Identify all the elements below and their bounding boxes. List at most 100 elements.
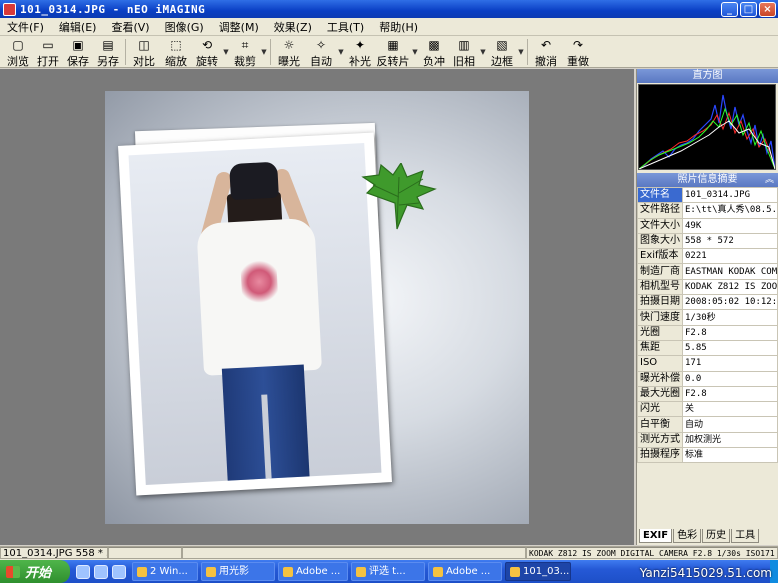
info-key: ISO xyxy=(637,355,683,372)
info-key: 白平衡 xyxy=(637,416,683,433)
menu-adjust[interactable]: 调整(M) xyxy=(212,19,267,35)
old-photo-dropdown-arrow[interactable]: ▼ xyxy=(479,36,487,56)
quick-launch-icon[interactable] xyxy=(94,564,108,579)
quick-launch-icon[interactable] xyxy=(112,564,126,579)
info-row[interactable]: 文件路径E:\tt\真人秀\08.5.1\ xyxy=(637,202,778,219)
minimize-button[interactable]: _ xyxy=(721,1,738,17)
info-row[interactable]: 最大光圈 F2.8 xyxy=(637,385,778,403)
taskbar-item[interactable]: 评选 t... xyxy=(351,562,425,581)
tool-save-button[interactable]: ▣ 保存 xyxy=(63,36,93,68)
tool-redo-button[interactable]: ↷ 重做 xyxy=(562,36,594,68)
tool-browse-button[interactable]: ▢ 浏览 xyxy=(3,36,33,68)
taskbar-item[interactable]: Adobe ... xyxy=(278,562,348,581)
shirt-print xyxy=(240,257,279,306)
photo-content xyxy=(128,143,382,485)
info-row[interactable]: 光圈 F2.8 xyxy=(637,324,778,341)
tool-open-button[interactable]: ▭ 打开 xyxy=(33,36,63,68)
menu-view[interactable]: 查看(V) xyxy=(104,19,157,35)
tool-label: 曝光 xyxy=(278,55,300,68)
info-row[interactable]: 拍摄程序 标准 xyxy=(637,447,778,464)
menu-image[interactable]: 图像(G) xyxy=(158,19,212,35)
leaf-decoration xyxy=(361,163,437,230)
tool-old-photo-button[interactable]: ▥ 旧相 xyxy=(449,36,479,68)
info-key: 相机型号 xyxy=(637,278,683,296)
compare-icon: ◫ xyxy=(138,38,150,52)
info-key: 最大光圈 xyxy=(637,385,683,403)
info-key: 拍摄程序 xyxy=(637,447,683,464)
info-row[interactable]: 相机型号KODAK Z812 IS ZOOM D xyxy=(637,278,778,296)
info-row[interactable]: 测光方式 加权测光 xyxy=(637,431,778,449)
photo-frame xyxy=(118,132,392,496)
tool-label: 反转片 xyxy=(376,55,410,68)
menu-help[interactable]: 帮助(H) xyxy=(372,19,426,35)
redo-icon: ↷ xyxy=(572,38,584,52)
frame-dropdown-arrow[interactable]: ▼ xyxy=(517,36,525,56)
tab-exif[interactable]: EXIF xyxy=(639,529,673,543)
info-row[interactable]: 制造厂商EASTMAN KODAK COMPAN xyxy=(637,263,778,280)
tool-resize-button[interactable]: ⬚ 缩放 xyxy=(160,36,192,68)
tool-label: 缩放 xyxy=(165,55,187,68)
info-row[interactable]: 文件大小 49K xyxy=(637,217,778,234)
tab-history[interactable]: 历史 xyxy=(702,529,731,543)
close-button[interactable]: × xyxy=(759,1,776,17)
menu-tools[interactable]: 工具(T) xyxy=(320,19,372,35)
tool-fill-light-button[interactable]: ✦ 补光 xyxy=(345,36,375,68)
tool-cross-process-button[interactable]: ▩ 负冲 xyxy=(419,36,449,68)
auto-dropdown-arrow[interactable]: ▼ xyxy=(337,36,345,56)
taskbar-item-active[interactable]: 101_03... xyxy=(505,562,571,581)
toolbar-separator xyxy=(270,39,271,65)
info-row[interactable]: 白平衡 自动 xyxy=(637,416,778,433)
jeans-gap xyxy=(261,394,272,485)
edited-photo[interactable] xyxy=(105,91,529,524)
info-value: F2.8 xyxy=(682,324,778,341)
info-row[interactable]: 拍摄日期2008:05:02 10:12:23 xyxy=(637,294,778,311)
status-empty-2 xyxy=(182,547,526,559)
info-row[interactable]: 快门速度 1/30秒 xyxy=(637,309,778,326)
maximize-button[interactable]: □ xyxy=(740,1,757,17)
quick-launch-icon[interactable] xyxy=(76,564,90,579)
tool-label: 边框 xyxy=(491,55,513,68)
open-folder-icon: ▭ xyxy=(42,38,54,52)
tool-crop-button[interactable]: ⌗ 裁剪 xyxy=(230,36,260,68)
tool-rotate-button[interactable]: ⟲ 旋转 xyxy=(192,36,222,68)
taskbar-item[interactable]: Adobe ... xyxy=(428,562,502,581)
tool-compare-button[interactable]: ◫ 对比 xyxy=(128,36,160,68)
collapse-chevron-icon[interactable]: ︽ xyxy=(765,173,774,187)
info-row[interactable]: 图象大小 558 * 572 xyxy=(637,232,778,250)
menu-effects[interactable]: 效果(Z) xyxy=(267,19,320,35)
window-title: 101_0314.JPG - nEO iMAGING xyxy=(20,2,206,16)
tool-label: 自动 xyxy=(310,55,332,68)
info-row[interactable]: 文件名 101_0314.JPG xyxy=(637,186,778,204)
info-row[interactable]: 焦距 5.85 xyxy=(637,339,778,357)
info-row[interactable]: Exif版本 0221 xyxy=(637,248,778,265)
tool-auto-button[interactable]: ✧ 自动 xyxy=(305,36,337,68)
tool-exposure-button[interactable]: ☼ 曝光 xyxy=(273,36,305,68)
tool-label: 重做 xyxy=(567,55,589,68)
info-value: EASTMAN KODAK COMPAN xyxy=(682,263,778,280)
menu-edit[interactable]: 编辑(E) xyxy=(52,19,105,35)
start-button[interactable]: 开始 xyxy=(0,560,70,583)
info-row[interactable]: ISO 171 xyxy=(637,355,778,372)
menu-bar: 文件(F) 编辑(E) 查看(V) 图像(G) 调整(M) 效果(Z) 工具(T… xyxy=(0,18,778,36)
crop-dropdown-arrow[interactable]: ▼ xyxy=(260,36,268,56)
tool-frame-button[interactable]: ▧ 边框 xyxy=(487,36,517,68)
tab-tools[interactable]: 工具 xyxy=(731,529,760,543)
info-value: 558 * 572 xyxy=(682,232,778,250)
info-value: 171 xyxy=(682,355,778,372)
info-row[interactable]: 曝光补偿 0.0 xyxy=(637,370,778,387)
tool-slide-film-button[interactable]: ▦ 反转片 xyxy=(375,36,411,68)
menu-file[interactable]: 文件(F) xyxy=(0,19,52,35)
save-icon: ▣ xyxy=(72,38,84,52)
taskbar-item-label: Adobe ... xyxy=(446,566,491,577)
tab-color[interactable]: 色彩 xyxy=(673,529,702,543)
taskbar-item[interactable]: 用光影 xyxy=(201,562,275,581)
browser-icon xyxy=(283,566,293,577)
taskbar-item[interactable]: 2 Win... xyxy=(132,562,198,581)
tool-undo-button[interactable]: ↶ 撤消 xyxy=(530,36,562,68)
info-row[interactable]: 闪光关 xyxy=(637,401,778,418)
slide-film-dropdown-arrow[interactable]: ▼ xyxy=(411,36,419,56)
tool-save-as-button[interactable]: ▤ 另存 xyxy=(93,36,123,68)
rotate-dropdown-arrow[interactable]: ▼ xyxy=(222,36,230,56)
tool-label: 浏览 xyxy=(7,55,29,68)
histogram-graph xyxy=(639,94,775,169)
